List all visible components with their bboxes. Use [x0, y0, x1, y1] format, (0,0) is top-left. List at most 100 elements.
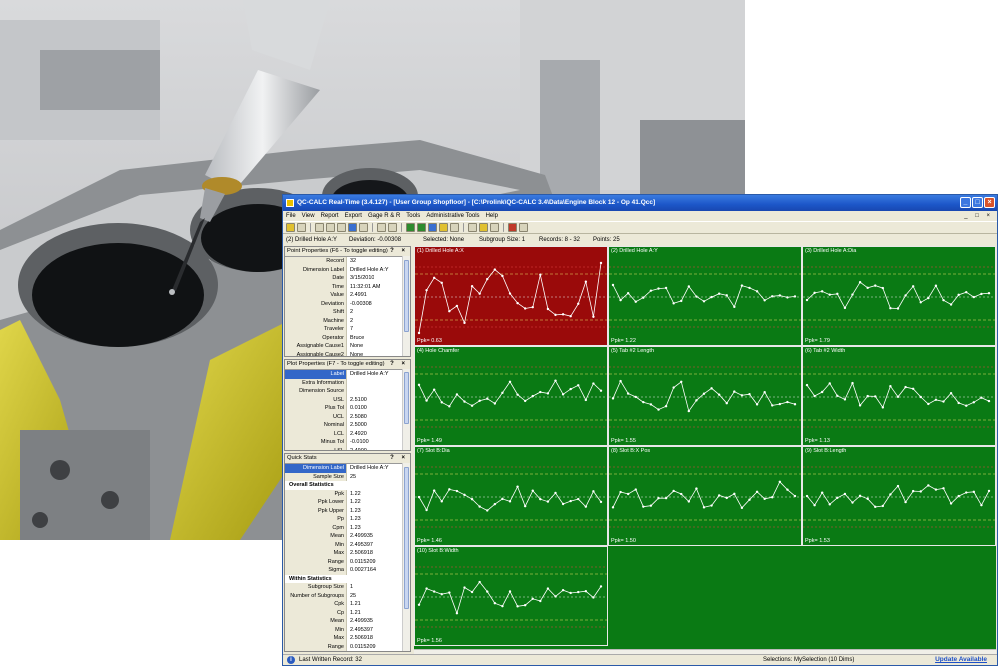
- measurement-point[interactable]: [680, 380, 683, 384]
- measurement-point[interactable]: [592, 315, 595, 318]
- measurement-point[interactable]: [626, 392, 630, 395]
- property-row[interactable]: Dimension Source: [285, 387, 410, 396]
- measurement-point[interactable]: [619, 490, 622, 494]
- measurement-point[interactable]: [448, 405, 451, 408]
- property-value[interactable]: 2.5100: [347, 396, 367, 405]
- measurement-point[interactable]: [664, 496, 668, 500]
- measurement-point[interactable]: [501, 391, 504, 395]
- measurement-point[interactable]: [554, 595, 557, 598]
- property-row[interactable]: Mean 2.499935: [285, 532, 410, 541]
- property-value[interactable]: 1.23: [347, 507, 361, 516]
- measurement-point[interactable]: [866, 497, 869, 500]
- measurement-point[interactable]: [874, 505, 877, 509]
- measurement-point[interactable]: [584, 505, 588, 508]
- property-value[interactable]: 2.506918: [347, 634, 373, 643]
- control-chart-cell[interactable]: (3) Drilled Hole A:Dia Ppk= 1.79: [802, 246, 996, 346]
- plot-properties-scrollbar[interactable]: [402, 369, 410, 450]
- measurement-point[interactable]: [755, 290, 759, 293]
- measurement-point[interactable]: [619, 298, 622, 302]
- measurement-point[interactable]: [702, 392, 706, 395]
- property-row[interactable]: LCL 2.4920: [285, 429, 410, 438]
- measurement-point[interactable]: [843, 398, 847, 401]
- measurement-point[interactable]: [965, 491, 968, 494]
- measurement-point[interactable]: [896, 484, 900, 488]
- measurement-point[interactable]: [539, 497, 542, 501]
- property-value[interactable]: 2.5000: [347, 421, 367, 430]
- measurement-point[interactable]: [813, 504, 816, 507]
- measurement-point[interactable]: [755, 490, 759, 493]
- measurement-point[interactable]: [805, 383, 809, 387]
- measurement-point[interactable]: [463, 321, 466, 325]
- measurement-point[interactable]: [710, 504, 713, 507]
- property-row[interactable]: Ppk Lower 1.22: [285, 498, 410, 507]
- measurement-point[interactable]: [599, 389, 603, 392]
- measurement-point[interactable]: [957, 293, 960, 297]
- measurement-point[interactable]: [455, 612, 459, 615]
- measurement-point[interactable]: [546, 307, 550, 311]
- property-value[interactable]: Drilled Hole A:Y: [347, 266, 389, 275]
- measurement-point[interactable]: [843, 492, 847, 496]
- property-row[interactable]: Cpk 1.21: [285, 600, 410, 609]
- measurement-point[interactable]: [599, 261, 603, 265]
- measurement-point[interactable]: [828, 382, 831, 385]
- menu-report[interactable]: Report: [321, 211, 339, 221]
- control-chart-cell[interactable]: (10) Slot B:Width Ppk= 1.56: [414, 546, 608, 646]
- measurement-point[interactable]: [501, 604, 504, 608]
- measurement-point[interactable]: [634, 488, 637, 491]
- measurement-point[interactable]: [680, 492, 683, 496]
- control-chart-cell[interactable]: (7) Slot B:Dia Ppk= 1.46: [414, 446, 608, 546]
- measurement-point[interactable]: [793, 494, 797, 498]
- property-value[interactable]: [347, 379, 350, 388]
- property-row[interactable]: Overall Statistics: [285, 481, 410, 490]
- measurement-point[interactable]: [843, 306, 847, 310]
- measurement-point[interactable]: [889, 385, 892, 388]
- property-value[interactable]: 1.22: [347, 498, 361, 507]
- measurement-point[interactable]: [569, 591, 572, 595]
- measurement-point[interactable]: [813, 394, 816, 398]
- measurement-point[interactable]: [539, 273, 542, 276]
- measurement-point[interactable]: [577, 302, 580, 305]
- measurement-point[interactable]: [858, 281, 862, 284]
- measurement-point[interactable]: [546, 392, 550, 395]
- property-value[interactable]: 1.22: [347, 490, 361, 499]
- chart-icon[interactable]: [359, 223, 368, 232]
- measurement-point[interactable]: [820, 390, 824, 394]
- measurement-point[interactable]: [980, 396, 983, 399]
- measurement-point[interactable]: [934, 488, 938, 491]
- measurement-point[interactable]: [702, 506, 706, 509]
- measurement-point[interactable]: [448, 310, 451, 313]
- measurement-point[interactable]: [858, 404, 862, 407]
- property-row[interactable]: Date 3/15/2010: [285, 274, 410, 283]
- measurement-point[interactable]: [657, 287, 660, 290]
- measurement-point[interactable]: [425, 587, 428, 590]
- measurement-point[interactable]: [417, 331, 421, 335]
- measurement-point[interactable]: [672, 302, 675, 305]
- property-row[interactable]: Extra Information: [285, 378, 410, 388]
- measurement-point[interactable]: [786, 400, 789, 404]
- measurement-point[interactable]: [836, 292, 839, 296]
- measurement-point[interactable]: [440, 401, 443, 404]
- property-value[interactable]: 11:32:01 AM: [347, 283, 380, 292]
- measurement-point[interactable]: [949, 502, 953, 505]
- measurement-point[interactable]: [927, 484, 930, 487]
- measurement-point[interactable]: [889, 307, 892, 310]
- property-value[interactable]: -0.00308: [347, 300, 372, 309]
- pause-icon[interactable]: [468, 223, 477, 232]
- measurement-point[interactable]: [911, 387, 915, 390]
- measurement-point[interactable]: [972, 401, 976, 404]
- measurement-point[interactable]: [763, 391, 766, 394]
- control-chart-cell[interactable]: (8) Slot B:X Pos Ppk= 1.50: [608, 446, 802, 546]
- measurement-point[interactable]: [949, 391, 953, 395]
- measurement-point[interactable]: [702, 300, 706, 303]
- measurement-point[interactable]: [501, 274, 504, 278]
- measurement-point[interactable]: [717, 292, 721, 295]
- menu-help[interactable]: Help: [486, 211, 498, 221]
- measurement-point[interactable]: [523, 504, 527, 508]
- measurement-point[interactable]: [786, 296, 789, 299]
- lock-icon[interactable]: [377, 223, 386, 232]
- measurement-point[interactable]: [664, 405, 668, 408]
- property-row[interactable]: Assignable Cause1 None: [285, 342, 410, 351]
- measurement-point[interactable]: [539, 599, 542, 603]
- measurement-point[interactable]: [813, 291, 816, 295]
- gauge-icon[interactable]: [490, 223, 499, 232]
